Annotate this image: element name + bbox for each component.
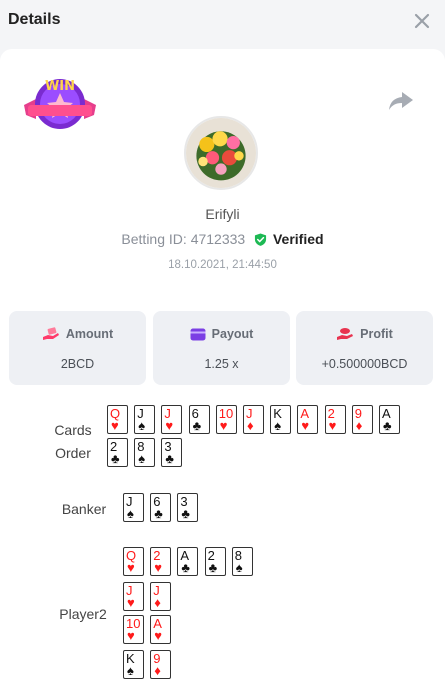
playing-card: 9 ♦ xyxy=(150,650,172,679)
card-suit-icon: ♣ xyxy=(111,451,120,466)
share-icon[interactable] xyxy=(388,90,414,112)
cards-order-label-line2: Order xyxy=(55,445,91,461)
card-suit-icon: ♣ xyxy=(165,451,174,466)
card-suit-icon: ♣ xyxy=(383,418,392,433)
playing-card: A ♥ xyxy=(297,405,319,434)
card-suit-icon: ♣ xyxy=(208,560,218,575)
playing-card: 3 ♣ xyxy=(161,438,183,467)
card-suit-icon: ♥ xyxy=(154,628,162,643)
stat-profit-head: Profit xyxy=(296,327,433,341)
playing-card: A ♣ xyxy=(177,547,199,576)
card-suit-icon: ♣ xyxy=(192,418,202,433)
card-suit-icon: ♦ xyxy=(355,418,363,433)
playing-card: J ♥ xyxy=(161,405,183,434)
playing-card: 2 ♥ xyxy=(324,405,346,434)
playing-card: K ♠ xyxy=(123,650,144,679)
betting-id-row: Betting ID: 4712333 Verified xyxy=(0,231,445,247)
username: Erifyli xyxy=(205,206,240,222)
playing-card: J ♠ xyxy=(123,493,144,522)
playing-card: J ♥ xyxy=(123,582,144,611)
card-suit-icon: ♥ xyxy=(127,595,135,610)
verified-label: Verified xyxy=(272,231,324,247)
playing-card: 9 ♦ xyxy=(351,405,373,434)
player2-label: Player2 xyxy=(59,606,107,622)
playing-card: 6 ♣ xyxy=(150,493,172,522)
playing-card: A ♣ xyxy=(379,405,400,434)
playing-card: 2 ♥ xyxy=(150,547,172,576)
playing-card: Q ♥ xyxy=(107,405,128,434)
playing-card: 8 ♠ xyxy=(231,547,253,576)
card-suit-icon: ♥ xyxy=(127,628,135,643)
banker-label: Banker xyxy=(61,501,107,517)
card-suit-icon: ♥ xyxy=(328,418,337,433)
card-suit-icon: ♦ xyxy=(154,663,161,678)
playing-card: K ♠ xyxy=(270,405,292,434)
playing-card: 10 ♥ xyxy=(215,405,237,434)
card-suit-icon: ♠ xyxy=(274,418,282,433)
stat-profit-value: +0.500000BCD xyxy=(321,357,408,371)
stat-payout-value: 1.25 x xyxy=(204,357,239,371)
flower-bouquet-icon xyxy=(186,118,256,188)
card-suit-icon: ♠ xyxy=(127,663,134,678)
card-suit-icon: ♦ xyxy=(247,418,254,433)
card-suit-icon: ♦ xyxy=(154,595,161,610)
playing-card: 2 ♣ xyxy=(204,547,226,576)
playing-card: Q ♥ xyxy=(123,547,144,576)
betting-id-value: 4712333 xyxy=(190,231,246,247)
coins-hand-icon xyxy=(337,328,354,340)
playing-card: 8 ♠ xyxy=(134,438,156,467)
stat-amount-label: Amount xyxy=(65,327,114,341)
betting-id-label: Betting ID: xyxy=(121,231,187,247)
stat-profit: Profit +0.500000BCD xyxy=(296,311,433,385)
playing-card: 10 ♥ xyxy=(123,615,144,644)
playing-card: J ♦ xyxy=(243,405,264,434)
card-suit-icon: ♣ xyxy=(181,560,190,575)
card-suit-icon: ♣ xyxy=(181,506,190,521)
card-suit-icon: ♥ xyxy=(111,418,119,433)
card-suit-icon: ♠ xyxy=(127,506,134,521)
cards-order-label-line1: Cards xyxy=(54,422,92,438)
verified-shield-icon xyxy=(255,233,267,246)
stat-amount-head: Amount xyxy=(9,327,146,341)
close-icon[interactable] xyxy=(411,10,433,32)
bet-timestamp: 18.10.2021, 21:44:50 xyxy=(168,259,277,271)
stat-payout: Payout 1.25 x xyxy=(153,311,290,385)
card-suit-icon: ♥ xyxy=(219,418,228,433)
win-badge-text: WIN xyxy=(45,79,75,94)
avatar xyxy=(184,116,258,190)
card-suit-icon: ♠ xyxy=(235,560,243,575)
card-suit-icon: ♠ xyxy=(138,451,146,466)
playing-card: 6 ♣ xyxy=(188,405,210,434)
page-title: Details xyxy=(8,11,61,28)
playing-card: 2 ♣ xyxy=(107,438,128,467)
card-suit-icon: ♥ xyxy=(165,418,174,433)
money-hand-icon xyxy=(42,327,59,340)
win-badge-icon: WIN xyxy=(24,79,96,129)
card-suit-icon: ♥ xyxy=(301,418,310,433)
cards-order-label: Cards Order xyxy=(46,419,100,465)
playing-card: J ♠ xyxy=(134,405,156,434)
stat-payout-head: Payout xyxy=(153,327,290,341)
wallet-card-icon xyxy=(190,328,206,341)
card-suit-icon: ♠ xyxy=(138,418,146,433)
card-suit-icon: ♥ xyxy=(154,560,162,575)
details-header: Details xyxy=(0,0,445,48)
stat-payout-label: Payout xyxy=(211,327,254,341)
card-suit-icon: ♣ xyxy=(154,506,163,521)
playing-card: 3 ♣ xyxy=(177,493,199,522)
stat-amount: Amount 2BCD xyxy=(9,311,146,385)
stat-profit-label: Profit xyxy=(360,327,393,341)
playing-card: A ♥ xyxy=(150,615,172,644)
card-suit-icon: ♥ xyxy=(127,560,135,575)
stat-amount-value: 2BCD xyxy=(60,357,95,371)
playing-card: J ♦ xyxy=(150,582,172,611)
